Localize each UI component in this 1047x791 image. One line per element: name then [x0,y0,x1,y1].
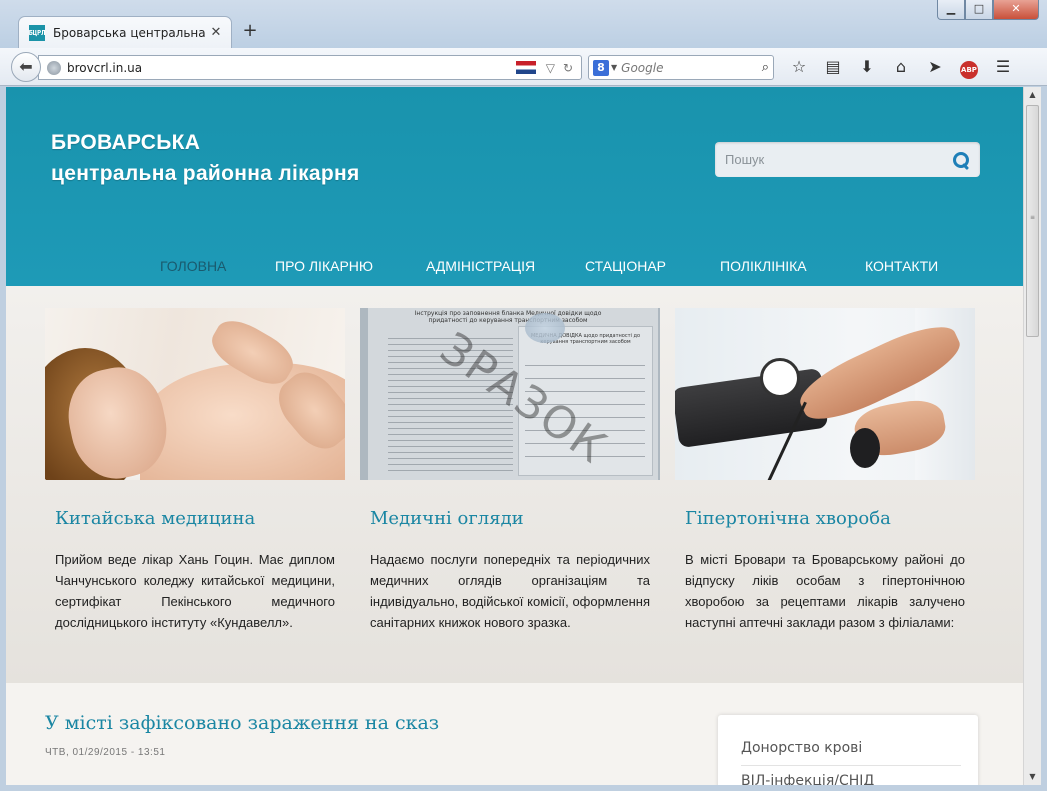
feature-title[interactable]: Китайська медицина [45,508,345,529]
site-title-line2: центральна районна лікарня [51,162,360,185]
sidebar-divider [741,765,961,766]
browser-toolbar: ☆ ▤ ⬇ ⌂ ➤ ABP ☰ [782,56,1020,79]
scrollbar-thumb[interactable]: ≡ [1026,105,1039,337]
massage-image[interactable] [45,308,345,480]
menu-icon[interactable]: ☰ [986,56,1020,78]
site-header: БРОВАРСЬКА центральна районна лікарня По… [6,87,1023,286]
menu-item-inpatient[interactable]: СТАЦІОНАР [585,258,666,274]
address-bar[interactable]: brovcrl.in.ua ▽ ↻ [38,55,582,80]
browser-tab[interactable]: БЦРЛ Броварська центральна р... ✕ [18,16,232,48]
certificate-heading: Інструкція про заповнення бланка Медично… [414,310,602,324]
search-icon[interactable]: ⌕ [762,60,769,75]
article-date: ЧТВ, 01/29/2015 - 13:51 [45,747,166,758]
new-tab-button[interactable]: + [240,20,260,41]
menu-item-polyclinic[interactable]: ПОЛІКЛІНІКА [720,258,807,274]
search-engine-dropdown-icon[interactable]: ▼ [611,63,617,72]
adblock-icon[interactable]: ABP [952,56,986,79]
scroll-up-icon[interactable]: ▲ [1024,87,1041,103]
menu-item-about[interactable]: ПРО ЛІКАРНЮ [275,258,373,274]
home-icon[interactable]: ⌂ [884,56,918,78]
feature-medical-exams: Інструкція про заповнення бланка Медично… [360,308,660,633]
back-arrow-icon: ⬅ [19,57,33,76]
browser-search-bar[interactable]: 8 ▼ Google ⌕ [588,55,774,80]
dropdown-arrow-icon[interactable]: ▽ [546,61,555,75]
blood-pressure-image[interactable] [675,308,975,480]
site-title[interactable]: БРОВАРСЬКА центральна районна лікарня [51,127,360,189]
feature-hypertension: Гіпертонічна хвороба В місті Бровари та … [675,308,975,633]
page-viewport: БРОВАРСЬКА центральна районна лікарня По… [6,87,1023,785]
feature-text: В місті Бровари та Броварському районі д… [685,552,965,630]
window-controls: ▁ □ ✕ [937,0,1039,20]
language-flag-icon[interactable] [515,61,536,74]
globe-icon [47,60,61,75]
menu-item-contacts[interactable]: КОНТАКТИ [865,258,938,274]
article-title[interactable]: У місті зафіксовано зараження на сказ [45,712,439,734]
grip-icon: ≡ [1030,214,1036,221]
back-button[interactable]: ⬅ [11,52,41,82]
browser-navbar: brovcrl.in.ua ▽ ↻ ⬅ 8 ▼ Google ⌕ ☆ ▤ ⬇ ⌂… [0,48,1047,86]
reload-icon[interactable]: ↻ [563,61,573,75]
tab-title: Броварська центральна р... [53,25,209,40]
medical-certificate-image[interactable]: Інструкція про заповнення бланка Медично… [360,308,660,480]
url-text[interactable]: brovcrl.in.ua [67,61,516,75]
site-favicon-icon: БЦРЛ [29,24,45,41]
article-section: У місті зафіксовано зараження на сказ ЧТ… [6,683,1023,785]
feature-title[interactable]: Гіпертонічна хвороба [675,508,975,529]
download-icon[interactable]: ⬇ [850,56,884,78]
site-title-line1: БРОВАРСЬКА [51,131,201,154]
site-search-box[interactable]: Пошук [715,142,980,177]
vertical-scrollbar[interactable]: ▲ ≡ ▼ [1023,87,1041,785]
tab-close-icon[interactable]: ✕ [209,25,223,40]
feature-text: Надаємо послуги попередніх та періодични… [370,552,650,630]
bookmark-star-icon[interactable]: ☆ [782,56,816,78]
send-icon[interactable]: ➤ [918,56,952,78]
features-section: Китайська медицина Прийом веде лікар Хан… [6,286,1023,683]
menu-item-home[interactable]: ГОЛОВНА [160,258,226,274]
reading-list-icon[interactable]: ▤ [816,56,850,78]
sidebar-item-hiv[interactable]: ВІЛ-інфекція/СНІД [741,773,874,785]
close-window-button[interactable]: ✕ [993,0,1039,20]
feature-text: Прийом веде лікар Хань Гоцин. Має диплом… [55,552,335,630]
menu-item-administration[interactable]: АДМІНІСТРАЦІЯ [426,258,535,274]
feature-title[interactable]: Медичні огляди [360,508,660,529]
scroll-down-icon[interactable]: ▼ [1024,769,1041,785]
browser-search-input[interactable]: Google [621,61,762,75]
sidebar-item-blood-donation[interactable]: Донорство крові [741,740,862,756]
search-icon[interactable] [952,151,970,169]
site-search-input[interactable]: Пошук [725,152,952,167]
feature-chinese-medicine: Китайська медицина Прийом веде лікар Хан… [45,308,345,633]
sidebar-menu: Донорство крові ВІЛ-інфекція/СНІД [718,715,978,785]
minimize-button[interactable]: ▁ [937,0,965,20]
maximize-button[interactable]: □ [965,0,993,20]
search-engine-icon[interactable]: 8 [593,59,609,76]
window-bottom-frame [0,785,1047,791]
browser-titlebar: БЦРЛ Броварська центральна р... ✕ + ▁ □ … [0,0,1047,48]
